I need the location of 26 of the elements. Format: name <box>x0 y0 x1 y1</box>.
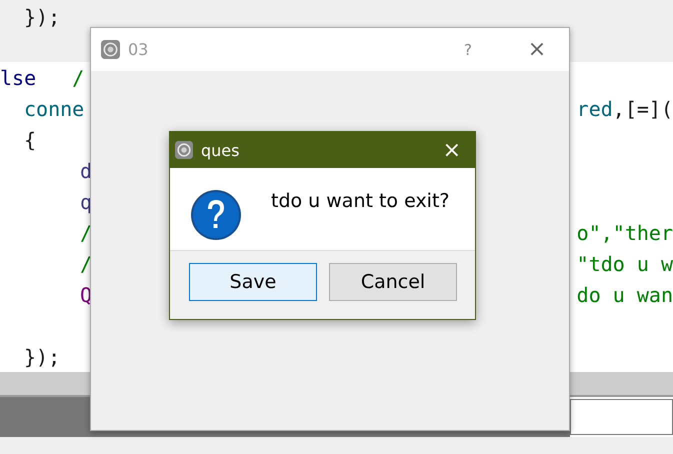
code-text: }); <box>24 344 60 368</box>
dialog-button[interactable]: Cancel <box>329 263 457 301</box>
input-field[interactable] <box>570 399 673 435</box>
close-button[interactable]: × <box>442 138 461 162</box>
window-title: 03 <box>128 40 148 59</box>
app-icon <box>175 141 193 159</box>
message-text: tdo u want to exit? <box>271 190 450 212</box>
code-text: red <box>576 96 613 120</box>
code-text: conne <box>24 96 84 120</box>
code-text: lse <box>0 66 36 90</box>
question-icon <box>190 189 242 241</box>
dialog-title: ques <box>201 140 240 160</box>
help-button[interactable]: ? <box>461 40 475 58</box>
app-icon <box>101 40 120 59</box>
close-button[interactable]: × <box>527 37 547 62</box>
code-text: "tdo u w <box>576 252 673 276</box>
code-text: / <box>80 252 92 276</box>
code-text: / <box>80 220 92 244</box>
code-text: }); <box>24 5 60 29</box>
code-text: do u wan <box>576 282 673 306</box>
dialog-button[interactable]: Save <box>189 263 317 301</box>
code-text: / <box>72 66 84 90</box>
code-text: { <box>24 128 36 152</box>
code-text: o","ther <box>576 220 673 244</box>
code-text: ,[=]( <box>612 96 673 120</box>
code-text: d <box>80 158 92 182</box>
